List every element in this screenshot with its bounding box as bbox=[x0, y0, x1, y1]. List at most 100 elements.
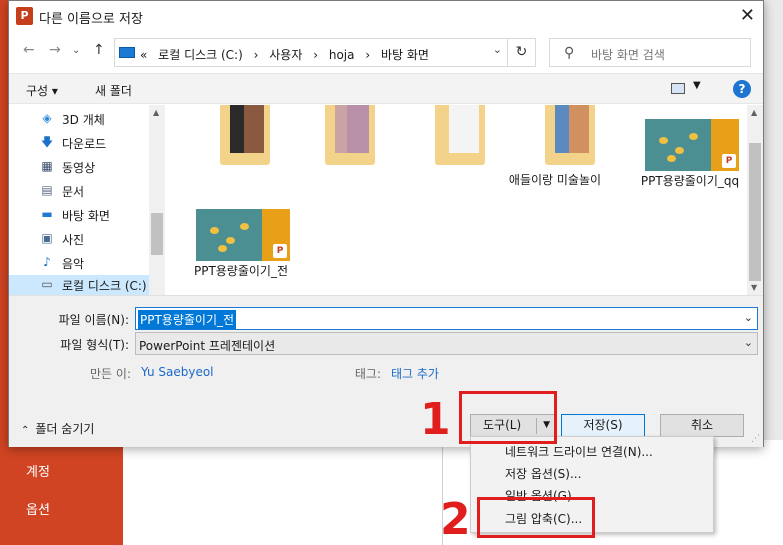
filetype-value: PowerPoint 프레젠테이션 bbox=[139, 339, 276, 353]
nav-item-pictures[interactable]: ▣ 사진 bbox=[39, 229, 165, 251]
powerpoint-badge-icon: P bbox=[722, 154, 736, 168]
address-bar[interactable]: « 로컬 디스크 (C:) › 사용자 › hoja › 바탕 화면 ⌄ ↻ bbox=[114, 38, 536, 67]
nav-vertical-scrollbar[interactable]: ▲ bbox=[149, 105, 165, 295]
powerpoint-badge-icon: P bbox=[273, 244, 287, 258]
breadcrumb-overflow[interactable]: « bbox=[140, 48, 147, 62]
filetype-select[interactable]: PowerPoint 프레젠테이션 ⌄ bbox=[135, 332, 758, 355]
picture-icon: ▣ bbox=[41, 231, 53, 245]
recent-locations-icon[interactable]: ⌄ bbox=[72, 45, 80, 56]
nav-item-label: 바탕 화면 bbox=[62, 209, 110, 223]
computer-icon bbox=[119, 47, 135, 58]
tags-label: 태그: bbox=[354, 367, 381, 381]
save-options-panel: 파일 이름(N): PPT용량줄이기_전 ⌄ 파일 형식(T): PowerPo… bbox=[9, 295, 763, 447]
resize-grip-icon[interactable]: ⋰ bbox=[751, 434, 760, 444]
view-mode-icon[interactable] bbox=[671, 83, 685, 94]
menu-item-save-options[interactable]: 저장 옵션(S)... bbox=[505, 465, 581, 482]
folder-icon bbox=[545, 105, 595, 165]
scroll-down-icon[interactable]: ▼ bbox=[751, 283, 757, 292]
forward-arrow-icon[interactable]: → bbox=[49, 42, 61, 58]
nav-item-desktop[interactable]: ▬ 바탕 화면 bbox=[39, 205, 165, 227]
file-list: 애들이랑 미술놀이 P PPT용량줄이기_qq P PPT용량줄이기_전 bbox=[165, 105, 747, 295]
hide-folders-label: 폴더 숨기기 bbox=[35, 422, 95, 436]
breadcrumb: « 로컬 디스크 (C:) › 사용자 › hoja › 바탕 화면 bbox=[140, 46, 436, 63]
annotation-step-2: 2 bbox=[440, 494, 471, 545]
cancel-button[interactable]: 취소 bbox=[660, 414, 744, 437]
search-box[interactable]: ⚲ 바탕 화면 검색 bbox=[549, 38, 751, 67]
author-value[interactable]: Yu Saebyeol bbox=[141, 365, 214, 379]
nav-item-videos[interactable]: ▦ 동영상 bbox=[39, 157, 165, 179]
folder-icon bbox=[220, 105, 270, 165]
chevron-down-icon[interactable]: ⌄ bbox=[744, 336, 753, 349]
download-icon: 🡇 bbox=[40, 135, 54, 149]
breadcrumb-desktop[interactable]: 바탕 화면 bbox=[381, 48, 429, 62]
view-dropdown-icon[interactable]: ▼ bbox=[693, 80, 701, 91]
breadcrumb-separator[interactable]: › bbox=[313, 48, 318, 62]
organize-button[interactable]: 구성 ▾ bbox=[26, 82, 58, 99]
folder-icon bbox=[435, 105, 485, 165]
up-arrow-icon[interactable]: ↑ bbox=[93, 42, 105, 58]
nav-item-documents[interactable]: ▤ 문서 bbox=[39, 181, 165, 203]
nav-item-label: 동영상 bbox=[62, 161, 96, 175]
files-vertical-scrollbar[interactable]: ▲ ▼ bbox=[747, 105, 763, 295]
scroll-thumb[interactable] bbox=[749, 143, 761, 281]
filetype-label: 파일 형식(T): bbox=[60, 338, 129, 352]
scroll-up-icon[interactable]: ▲ bbox=[751, 108, 757, 117]
document-icon: ▤ bbox=[41, 183, 53, 197]
scroll-up-icon[interactable]: ▲ bbox=[153, 108, 159, 117]
nav-item-label: 사진 bbox=[62, 233, 85, 247]
annotation-step-1: 1 bbox=[420, 394, 451, 445]
search-icon: ⚲ bbox=[564, 45, 575, 61]
backstage-menu-options[interactable]: 옵션 bbox=[0, 499, 50, 518]
backstage-menu-account[interactable]: 계정 bbox=[0, 461, 50, 480]
nav-item-label: 문서 bbox=[62, 185, 85, 199]
breadcrumb-users[interactable]: 사용자 bbox=[269, 48, 302, 62]
navigation-pane: ◈ 3D 개체 🡇 다운로드 ▦ 동영상 ▤ 문서 ▬ 바탕 화면 ▣ 사진 ♪… bbox=[9, 105, 165, 295]
tags-value[interactable]: 태그 추가 bbox=[391, 365, 439, 382]
pptx-thumbnail: P bbox=[196, 209, 290, 261]
save-as-dialog: P 다른 이름으로 저장 ✕ ← → ⌄ ↑ « 로컬 디스크 (C:) › 사… bbox=[8, 0, 764, 447]
help-icon[interactable]: ? bbox=[733, 80, 751, 98]
folder-icon bbox=[325, 105, 375, 165]
breadcrumb-separator[interactable]: › bbox=[365, 48, 370, 62]
nav-item-label: 로컬 디스크 (C:) bbox=[62, 279, 147, 293]
music-icon: ♪ bbox=[43, 255, 51, 269]
video-icon: ▦ bbox=[41, 159, 53, 173]
nav-item-downloads[interactable]: 🡇 다운로드 bbox=[39, 133, 165, 155]
breadcrumb-separator[interactable]: › bbox=[254, 48, 259, 62]
nav-item-music[interactable]: ♪ 음악 bbox=[39, 253, 165, 275]
annotation-box-tools bbox=[459, 391, 557, 444]
breadcrumb-drive[interactable]: 로컬 디스크 (C:) bbox=[158, 48, 243, 62]
chevron-down-icon[interactable]: ⌄ bbox=[744, 311, 753, 324]
address-dropdown-icon[interactable]: ⌄ bbox=[493, 43, 502, 56]
search-input[interactable]: 바탕 화면 검색 bbox=[591, 46, 665, 63]
filename-label: 파일 이름(N): bbox=[58, 313, 129, 327]
scroll-thumb[interactable] bbox=[151, 213, 163, 255]
nav-item-3d-objects[interactable]: ◈ 3D 개체 bbox=[39, 109, 165, 131]
file-name: PPT용량줄이기_전 bbox=[193, 264, 289, 278]
filename-field[interactable]: PPT용량줄이기_전 ⌄ bbox=[135, 307, 758, 330]
annotation-box-compress bbox=[477, 497, 595, 538]
drive-icon: ▭ bbox=[41, 277, 53, 291]
refresh-icon[interactable]: ↻ bbox=[507, 39, 535, 66]
nav-item-local-disk[interactable]: ▭ 로컬 디스크 (C:) bbox=[9, 275, 149, 295]
nav-item-label: 음악 bbox=[62, 257, 85, 271]
dialog-title: 다른 이름으로 저장 bbox=[39, 12, 143, 27]
file-name: PPT용량줄이기_qq bbox=[640, 174, 740, 188]
save-button[interactable]: 저장(S) bbox=[561, 414, 645, 437]
hide-folders-toggle[interactable]: ⌃ 폴더 숨기기 bbox=[21, 420, 94, 437]
author-label: 만든 이: bbox=[90, 367, 131, 381]
menu-item-map-network-drive[interactable]: 네트워크 드라이브 연결(N)... bbox=[505, 443, 653, 460]
powerpoint-icon: P bbox=[16, 7, 33, 25]
desktop-icon: ▬ bbox=[41, 207, 53, 221]
back-arrow-icon[interactable]: ← bbox=[23, 42, 35, 58]
cube-icon: ◈ bbox=[42, 111, 52, 125]
new-folder-button[interactable]: 새 폴더 bbox=[95, 82, 132, 99]
nav-item-label: 다운로드 bbox=[62, 137, 107, 151]
navigation-bar: ← → ⌄ ↑ « 로컬 디스크 (C:) › 사용자 › hoja › 바탕 … bbox=[9, 35, 763, 69]
close-icon[interactable]: ✕ bbox=[740, 5, 755, 26]
breadcrumb-hoja[interactable]: hoja bbox=[329, 48, 355, 62]
file-name: 애들이랑 미술놀이 bbox=[508, 173, 602, 187]
chevron-up-icon: ⌃ bbox=[21, 425, 30, 436]
title-bar: P 다른 이름으로 저장 ✕ bbox=[9, 1, 763, 31]
filename-value[interactable]: PPT용량줄이기_전 bbox=[138, 310, 237, 329]
